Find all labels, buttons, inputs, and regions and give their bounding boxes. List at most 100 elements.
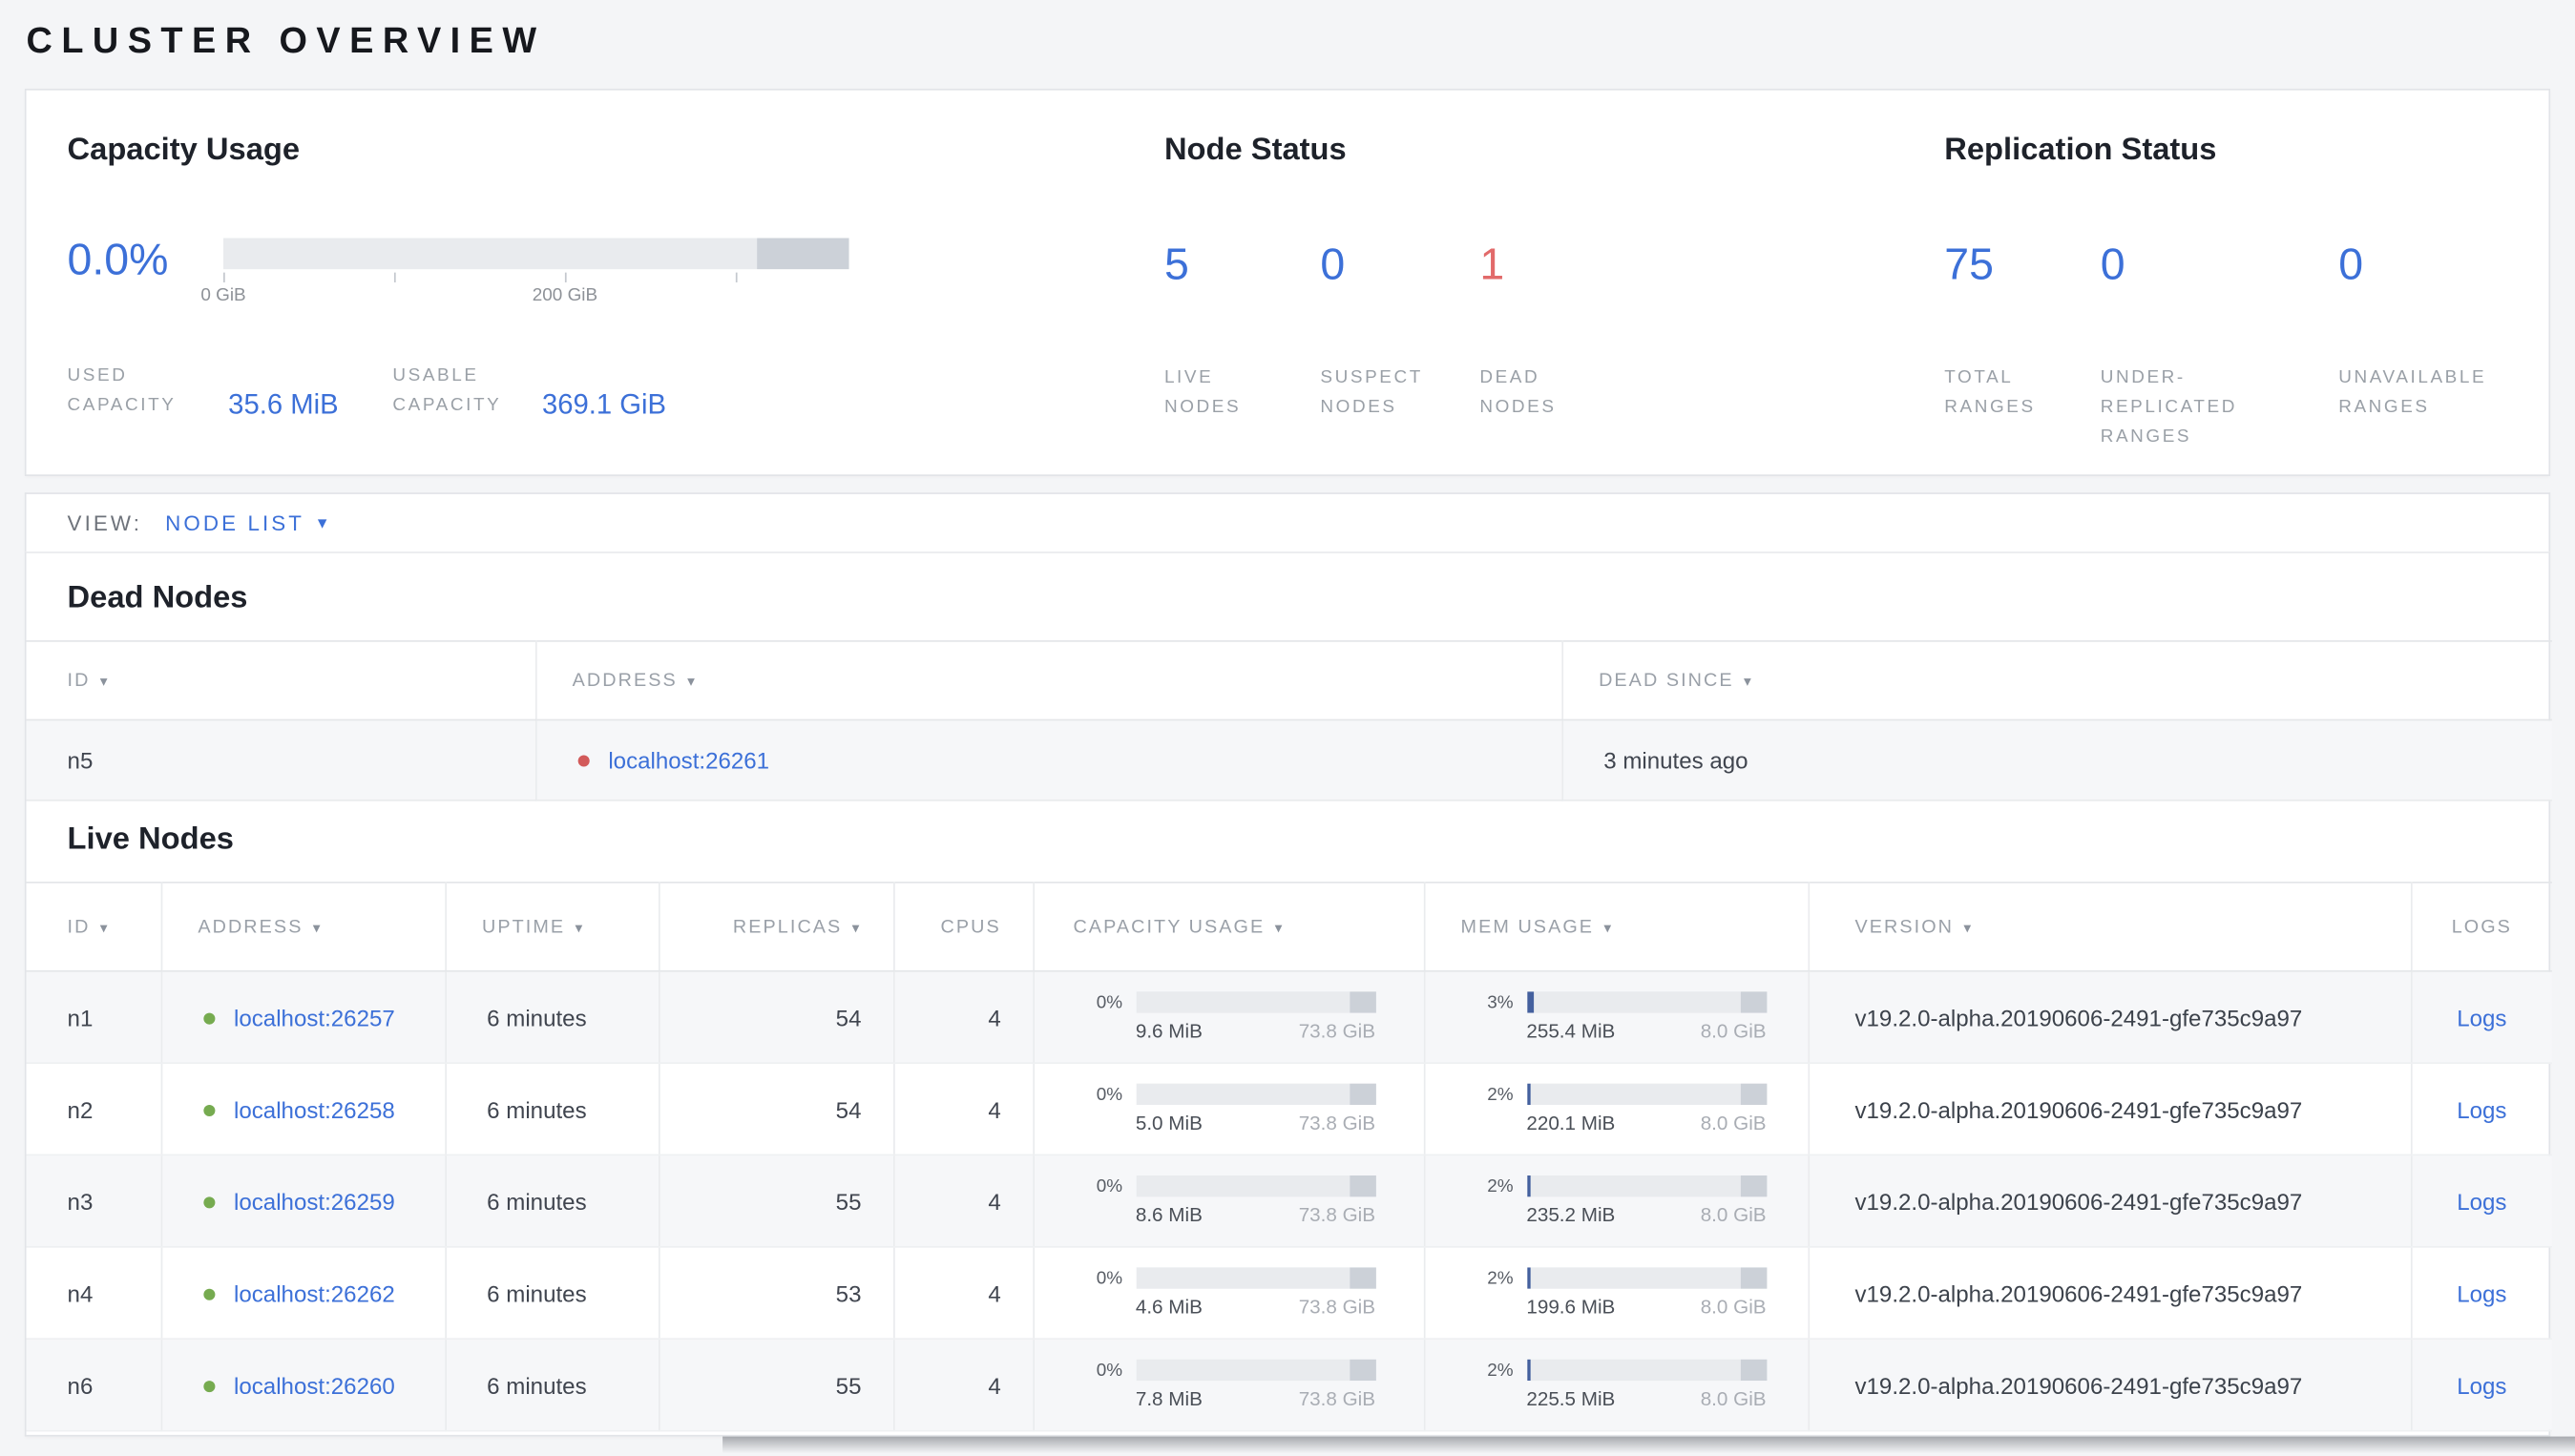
capacity-percent: 0.0%	[67, 235, 169, 284]
node-uptime-cell: 6 minutes	[445, 970, 659, 1064]
mem-usage-bar	[1526, 991, 1767, 1013]
node-cpus-cell: 4	[893, 970, 1035, 1064]
col-header-replicas[interactable]: REPLICAS ▾	[658, 881, 894, 972]
node-version-cell: v19.2.0-alpha.20190606-2491-gfe735c9a97	[1808, 1063, 2412, 1156]
col-header-capacity-usage[interactable]: CAPACITY USAGE ▾	[1033, 881, 1425, 972]
live-nodes-table: ID ▾ ADDRESS ▾ UPTIME ▾ REPLICAS ▾ CPUS CAPA…	[26, 881, 2552, 1432]
live-node-row: n1 localhost:26257 6 minutes 54 4 0% 9.6…	[26, 970, 2552, 1064]
dead-col-header-address[interactable]: ADDRESS ▾	[534, 640, 1563, 721]
view-dropdown[interactable]: NODE LIST ▾	[165, 510, 329, 535]
live-node-row: n4 localhost:26262 6 minutes 53 4 0% 4.6…	[26, 1246, 2552, 1341]
node-address-link[interactable]: localhost:26257	[234, 1004, 395, 1030]
axis-tick-label: 200 GiB	[532, 285, 598, 306]
logs-link[interactable]: Logs	[2457, 1279, 2506, 1306]
node-address-cell: localhost:26257	[160, 970, 447, 1064]
col-header-uptime[interactable]: UPTIME ▾	[445, 881, 659, 972]
dead-nodes-label: DEAD NODES	[1479, 367, 1557, 418]
node-id-cell: n2	[26, 1063, 162, 1156]
dead-since-cell: 3 minutes ago	[1561, 719, 2552, 801]
cluster-summary-card: Capacity Usage 0.0% 0 GiB 200 GiB USED C…	[24, 88, 2551, 476]
live-nodes-label: LIVE NODES	[1163, 367, 1242, 418]
live-node-row: n6 localhost:26260 6 minutes 55 4 0% 7.8…	[26, 1339, 2552, 1432]
node-uptime-cell: 6 minutes	[445, 1246, 659, 1341]
used-capacity-label: USED CAPACITY	[67, 365, 177, 416]
node-logs-cell: Logs	[2410, 970, 2552, 1064]
col-header-cpus[interactable]: CPUS	[893, 881, 1035, 972]
node-address-link[interactable]: localhost:26262	[234, 1279, 395, 1306]
col-header-version[interactable]: VERSION ▾	[1808, 881, 2412, 972]
capacity-usage-bar	[1135, 1083, 1376, 1106]
live-status-dot	[202, 1196, 215, 1208]
view-label: VIEW:	[67, 510, 143, 535]
node-id-cell: n3	[26, 1154, 162, 1248]
live-nodes-title: Live Nodes	[67, 822, 234, 858]
node-logs-cell: Logs	[2410, 1246, 2552, 1341]
replication-status-section: Replication Status 75 TOTAL RANGES 0 UND…	[1944, 91, 2548, 475]
live-nodes-stat: 5 LIVE NODES	[1164, 238, 1320, 422]
capacity-usage-section: Capacity Usage 0.0% 0 GiB 200 GiB USED C…	[27, 91, 1164, 475]
dead-col-header-dead-since[interactable]: DEAD SINCE ▾	[1561, 640, 2552, 721]
col-header-mem-usage[interactable]: MEM USAGE ▾	[1423, 881, 1810, 972]
node-replicas-cell: 53	[658, 1246, 894, 1341]
node-address-link[interactable]: localhost:26259	[234, 1188, 395, 1215]
capacity-bar	[223, 238, 849, 270]
usable-capacity-stat: USABLE CAPACITY 369.1 GiB	[392, 362, 666, 421]
dead-col-header-id[interactable]: ID ▾	[26, 640, 536, 721]
capacity-usage-cell: 0% 4.6 MiB 73.8 GiB	[1033, 1246, 1425, 1341]
used-capacity-stat: USED CAPACITY 35.6 MiB	[68, 362, 339, 421]
suspect-nodes-label: SUSPECT NODES	[1320, 367, 1423, 418]
live-node-row: n2 localhost:26258 6 minutes 54 4 0% 5.0…	[26, 1063, 2552, 1156]
live-node-row: n3 localhost:26259 6 minutes 55 4 0% 8.6…	[26, 1154, 2552, 1248]
unavailable-ranges-count: 0	[2338, 239, 2364, 289]
capacity-usage-bar	[1135, 991, 1376, 1013]
mem-usage-cell: 2% 220.1 MiB 8.0 GiB	[1423, 1063, 1810, 1156]
sort-arrow-icon: ▾	[99, 918, 110, 935]
node-address-cell: localhost:26260	[160, 1339, 447, 1432]
node-address-link[interactable]: localhost:26261	[608, 747, 769, 774]
mem-usage-cell: 2% 235.2 MiB 8.0 GiB	[1423, 1154, 1810, 1248]
node-address-link[interactable]: localhost:26258	[234, 1096, 395, 1123]
replication-status-title: Replication Status	[1944, 133, 2217, 168]
node-address-link[interactable]: localhost:26260	[234, 1372, 395, 1399]
dead-nodes-table: ID ▾ ADDRESS ▾ DEAD SINCE ▾ n5 localhost:26…	[26, 640, 2552, 801]
suspect-nodes-count: 0	[1320, 239, 1346, 289]
node-replicas-cell: 54	[658, 1063, 894, 1156]
node-cpus-cell: 4	[893, 1246, 1035, 1341]
sort-arrow-icon: ▾	[99, 672, 110, 689]
sort-arrow-icon: ▾	[1603, 918, 1614, 935]
unavailable-ranges-label: UNAVAILABLE RANGES	[2338, 367, 2487, 418]
mem-usage-cell: 3% 255.4 MiB 8.0 GiB	[1423, 970, 1810, 1064]
node-address-cell: localhost:26258	[160, 1063, 447, 1156]
card-bottom-shadow	[722, 1436, 2575, 1456]
dead-status-dot	[576, 755, 589, 767]
live-status-dot	[202, 1380, 215, 1392]
node-address-cell: localhost:26259	[160, 1154, 447, 1248]
capacity-usage-bar	[1135, 1359, 1376, 1382]
node-logs-cell: Logs	[2410, 1339, 2552, 1432]
under-replicated-count: 0	[2100, 239, 2125, 289]
sort-arrow-icon: ▾	[312, 918, 323, 935]
node-uptime-cell: 6 minutes	[445, 1063, 659, 1156]
node-logs-cell: Logs	[2410, 1154, 2552, 1248]
node-id-cell: n6	[26, 1339, 162, 1432]
logs-link[interactable]: Logs	[2457, 1372, 2506, 1399]
col-header-address[interactable]: ADDRESS ▾	[160, 881, 447, 972]
live-status-dot	[202, 1287, 215, 1300]
node-logs-cell: Logs	[2410, 1063, 2552, 1156]
logs-link[interactable]: Logs	[2457, 1004, 2506, 1030]
mem-usage-bar	[1526, 1359, 1767, 1382]
col-header-id[interactable]: ID ▾	[26, 881, 162, 972]
node-uptime-cell: 6 minutes	[445, 1339, 659, 1432]
node-version-cell: v19.2.0-alpha.20190606-2491-gfe735c9a97	[1808, 1339, 2412, 1432]
node-status-title: Node Status	[1163, 133, 1347, 168]
sort-arrow-icon: ▾	[1743, 672, 1753, 689]
logs-link[interactable]: Logs	[2457, 1188, 2506, 1215]
capacity-usage-bar	[1135, 1267, 1376, 1289]
dead-nodes-title: Dead Nodes	[67, 581, 248, 616]
view-dropdown-value: NODE LIST	[165, 510, 305, 535]
capacity-usage-cell: 0% 8.6 MiB 73.8 GiB	[1033, 1154, 1425, 1248]
logs-link[interactable]: Logs	[2457, 1096, 2506, 1123]
total-ranges-stat: 75 TOTAL RANGES	[1944, 238, 2100, 451]
total-ranges-label: TOTAL RANGES	[1944, 367, 2036, 418]
chevron-down-icon: ▾	[317, 513, 330, 534]
